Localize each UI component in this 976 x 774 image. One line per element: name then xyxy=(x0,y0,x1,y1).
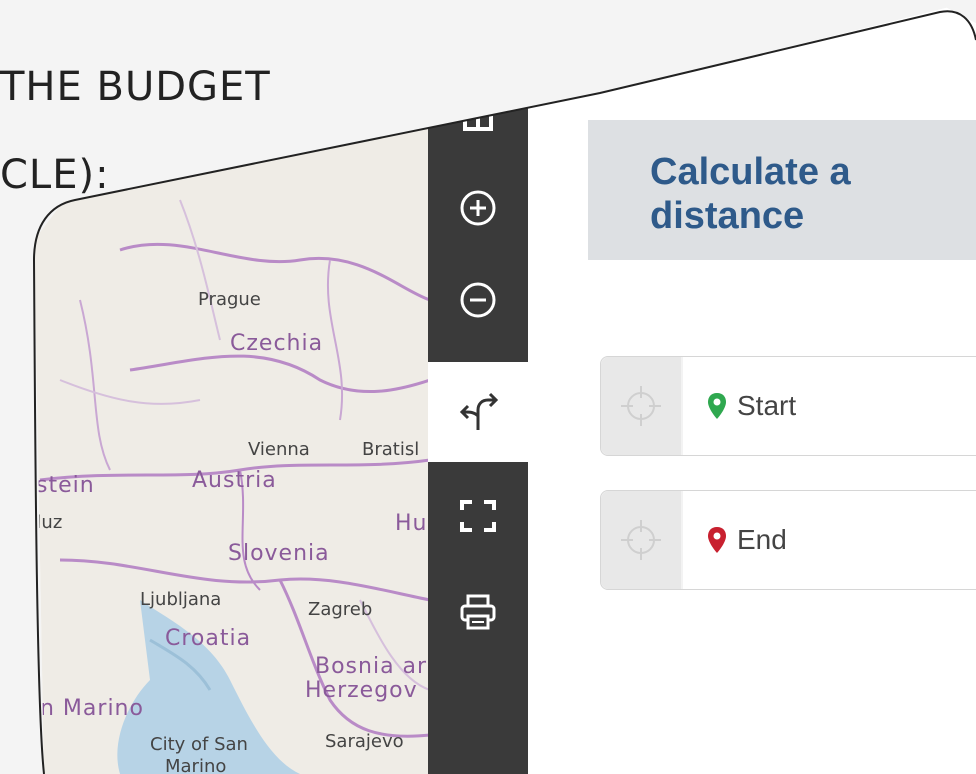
frame-outline xyxy=(32,10,976,774)
